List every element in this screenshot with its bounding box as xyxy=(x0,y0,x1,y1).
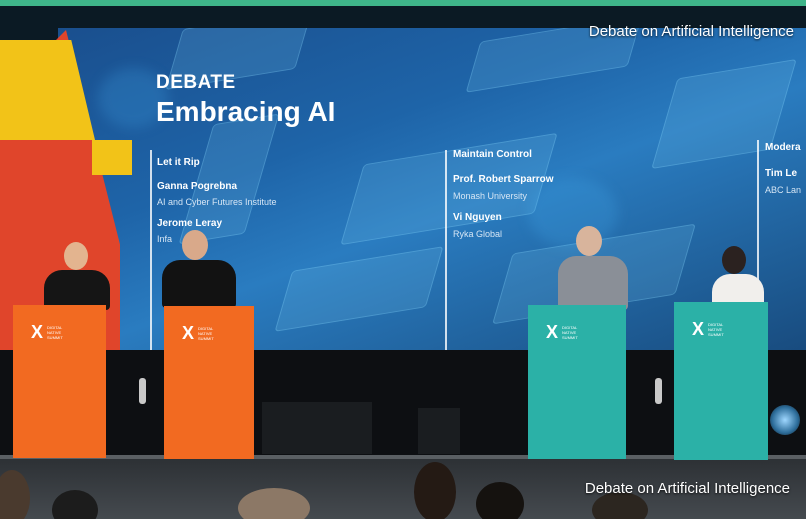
speaker-body xyxy=(162,260,236,308)
logo-mark-icon: X xyxy=(31,322,44,342)
lectern-logo: X DIGITAL NATIVE SUMMIT xyxy=(31,323,77,341)
logo-mark-icon: X xyxy=(692,319,705,339)
slide-column-heading: Maintain Control xyxy=(453,149,532,160)
slide-label: DEBATE xyxy=(156,72,236,93)
yellow-backdrop-block xyxy=(92,140,132,175)
slide-speaker-name: Tim Le xyxy=(765,168,798,179)
slide-column-heading: Modera xyxy=(765,142,801,153)
slide-speaker-org: AI and Cyber Futures Institute xyxy=(157,197,277,207)
caption-top: Debate on Artificial Intelligence xyxy=(588,23,794,40)
speaker xyxy=(556,226,630,310)
audience-head xyxy=(414,462,456,519)
speaker-head xyxy=(182,230,208,260)
slide-speaker-org: ABC Lan xyxy=(765,185,802,195)
lectern-orange: X DIGITAL NATIVE SUMMIT xyxy=(164,306,254,459)
slide-speaker-name: Prof. Robert Sparrow xyxy=(453,174,554,185)
slide-speaker-name: Vi Nguyen xyxy=(453,212,502,223)
stage-light xyxy=(770,405,800,435)
water-bottle xyxy=(139,378,146,404)
slide-speaker-org: Monash University xyxy=(453,191,528,201)
speaker-head xyxy=(576,226,602,256)
speaker xyxy=(710,246,766,306)
audience-head xyxy=(476,482,524,519)
event-photo: DEBATE Embracing AI Let it Rip Ganna Pog… xyxy=(0,0,806,519)
logo-mark-icon: X xyxy=(546,322,559,342)
slide-column-heading: Let it Rip xyxy=(157,157,200,168)
slide-title: Embracing AI xyxy=(156,96,336,127)
screen-graphic xyxy=(274,246,444,332)
lectern-logo: X DIGITAL NATIVE SUMMIT xyxy=(546,323,592,341)
speaker-body xyxy=(558,256,628,310)
top-accent-strip xyxy=(0,0,806,6)
lectern-logo: X DIGITAL NATIVE SUMMIT xyxy=(182,324,228,342)
logo-text: DIGITAL NATIVE SUMMIT xyxy=(708,321,724,337)
lectern-teal: X DIGITAL NATIVE SUMMIT xyxy=(674,302,768,460)
speaker-head xyxy=(722,246,746,274)
water-bottle xyxy=(655,378,662,404)
slide-divider xyxy=(445,150,447,350)
speaker xyxy=(160,228,238,308)
lectern-logo: X DIGITAL NATIVE SUMMIT xyxy=(692,320,738,338)
slide-speaker-name: Ganna Pogrebna xyxy=(157,181,238,192)
slide-divider xyxy=(150,150,152,355)
caption-bottom: Debate on Artificial Intelligence xyxy=(584,480,790,497)
logo-text: DIGITAL NATIVE SUMMIT xyxy=(562,324,578,340)
logo-text: DIGITAL NATIVE SUMMIT xyxy=(47,324,63,340)
logo-text: DIGITAL NATIVE SUMMIT xyxy=(198,325,214,341)
lectern-teal: X DIGITAL NATIVE SUMMIT xyxy=(528,305,626,459)
logo-mark-icon: X xyxy=(182,323,195,343)
lectern-orange: X DIGITAL NATIVE SUMMIT xyxy=(13,305,106,458)
speaker-head xyxy=(64,242,88,270)
stage-speaker-box xyxy=(418,408,460,454)
speaker-body xyxy=(44,270,110,310)
speaker xyxy=(42,240,112,310)
slide-speaker-org: Ryka Global xyxy=(453,229,503,239)
stage-monitor xyxy=(262,402,372,454)
